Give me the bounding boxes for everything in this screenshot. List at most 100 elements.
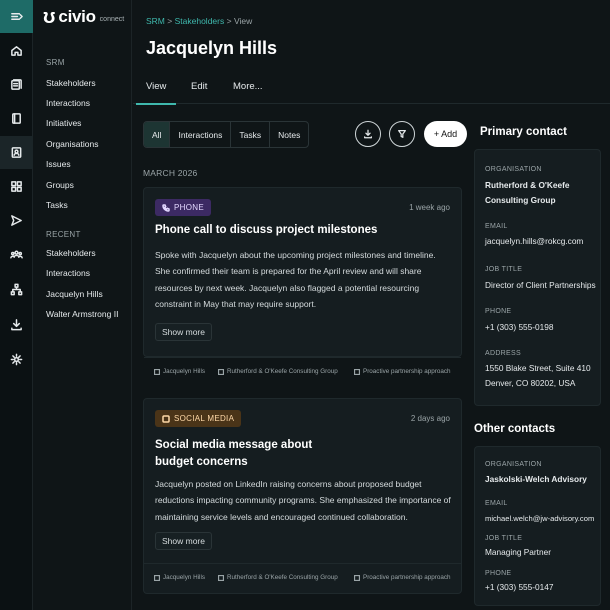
- recent-item-jacquelyn-hills[interactable]: Jacquelyn Hills: [46, 289, 103, 299]
- book-icon: [12, 113, 21, 124]
- show-more-button[interactable]: Show more: [155, 532, 212, 550]
- card-body: Jacquelyn posted on LinkedIn raising con…: [155, 479, 451, 522]
- sidebar-item-initiatives[interactable]: Initiatives: [46, 118, 81, 128]
- grid-icon: [11, 181, 22, 192]
- email-value[interactable]: jacquelyn.hills@rokcg.com: [485, 234, 597, 249]
- rail-settings[interactable]: [0, 343, 33, 376]
- download-icon: [364, 129, 372, 139]
- sidebar-item-tasks[interactable]: Tasks: [46, 200, 68, 210]
- activity-filter: All Interactions Tasks Notes: [143, 121, 310, 148]
- email-value[interactable]: michael.welch@jw-advisory.com: [485, 511, 597, 526]
- card-title[interactable]: Phone call to discuss project milestones: [155, 222, 385, 239]
- people-icon: [10, 250, 23, 259]
- meta-organisation-label: Rutherford & O'Keefe Consulting Group: [227, 574, 338, 581]
- rail-download[interactable]: [0, 308, 33, 341]
- primary-contact-panel: ORGANISATION Rutherford & O'Keefe Consul…: [474, 149, 601, 406]
- filter-tasks-button[interactable]: Tasks: [231, 122, 271, 147]
- meta-initiative[interactable]: Proactive partnership approach: [354, 574, 451, 581]
- sidebar-item-stakeholders[interactable]: Stakeholders: [46, 78, 96, 88]
- email-label: EMAIL: [485, 500, 508, 507]
- other-contacts-panel: ORGANISATION Jaskolski-Welch Advisory EM…: [474, 446, 601, 606]
- tab-edit[interactable]: Edit: [191, 81, 207, 92]
- page-title: Jacquelyn Hills: [146, 38, 278, 58]
- sidebar-section-recent: RECENT: [46, 230, 81, 239]
- brand-logo[interactable]: ʊ civio connect: [43, 6, 124, 28]
- recent-item-interactions[interactable]: Interactions: [46, 268, 90, 278]
- org-value[interactable]: Jaskolski-Welch Advisory: [485, 472, 597, 487]
- phone-label: PHONE: [485, 570, 512, 577]
- primary-contact-heading: Primary contact: [480, 126, 567, 138]
- activity-card[interactable]: SOCIAL MEDIA 2 days ago Social media mes…: [143, 398, 462, 594]
- phone-value[interactable]: +1 (303) 555-0147: [485, 580, 597, 595]
- job-title-value: Director of Client Partnerships: [485, 280, 596, 290]
- recent-item-walter-armstrong[interactable]: Walter Armstrong II: [46, 309, 118, 319]
- card-title[interactable]: Social media message about budget concer…: [155, 437, 325, 471]
- civio-logo-icon: ʊ: [43, 5, 56, 28]
- person-icon: [154, 574, 160, 581]
- sidebar-item-groups[interactable]: Groups: [46, 180, 74, 190]
- tab-view[interactable]: View: [135, 81, 178, 105]
- document-icon: [354, 574, 360, 581]
- meta-initiative[interactable]: Proactive partnership approach: [354, 368, 451, 375]
- tab-more[interactable]: More...: [233, 81, 263, 92]
- rail-grid[interactable]: [0, 170, 33, 203]
- breadcrumb-stakeholders[interactable]: Stakeholders: [175, 16, 225, 26]
- breadcrumb-srm[interactable]: SRM: [146, 16, 165, 26]
- meta-stakeholder-label: Jacquelyn Hills: [163, 368, 205, 375]
- meta-stakeholder[interactable]: Jacquelyn Hills: [154, 368, 205, 375]
- other-contacts-heading: Other contacts: [474, 423, 556, 435]
- type-badge: PHONE: [155, 199, 211, 216]
- rail-book[interactable]: [0, 102, 33, 135]
- brand-suffix: connect: [99, 15, 125, 23]
- rail-layers[interactable]: [0, 68, 33, 101]
- phone-value[interactable]: +1 (303) 555-0198: [485, 320, 597, 335]
- org-value[interactable]: Rutherford & O'Keefe Consulting Group: [485, 178, 597, 208]
- show-more-button[interactable]: Show more: [155, 323, 212, 341]
- rail-send[interactable]: [0, 204, 33, 237]
- brand-name: civio: [58, 7, 96, 26]
- type-badge-label: PHONE: [174, 203, 204, 212]
- icon-rail: [0, 0, 33, 610]
- filter-notes-button[interactable]: Notes: [270, 122, 308, 147]
- meta-stakeholder[interactable]: Jacquelyn Hills: [154, 574, 205, 581]
- filter-all-button[interactable]: All: [144, 122, 171, 147]
- org-chart-icon: [10, 283, 23, 296]
- building-icon: [218, 368, 224, 375]
- tab-bar: View Edit More...: [133, 75, 610, 105]
- rail-org-chart[interactable]: [0, 273, 33, 306]
- job-title-label: JOB TITLE: [485, 266, 523, 273]
- phone-icon: [162, 203, 170, 212]
- rail-people[interactable]: [0, 238, 33, 271]
- sidebar-item-interactions[interactable]: Interactions: [46, 98, 90, 108]
- phone-label: PHONE: [485, 308, 512, 315]
- filter-interactions-button[interactable]: Interactions: [170, 122, 232, 147]
- meta-organisation[interactable]: Rutherford & O'Keefe Consulting Group: [218, 368, 338, 375]
- meta-organisation-label: Rutherford & O'Keefe Consulting Group: [227, 368, 338, 375]
- person-icon: [154, 368, 160, 375]
- home-icon: [11, 46, 22, 56]
- breadcrumb-view: View: [233, 16, 253, 26]
- layers-icon: [11, 79, 22, 90]
- sidebar-section-srm: SRM: [46, 58, 65, 67]
- rail-home[interactable]: [0, 34, 33, 67]
- filter-button[interactable]: [389, 121, 415, 147]
- document-icon: [354, 368, 360, 375]
- menu-icon: [11, 12, 23, 21]
- meta-organisation[interactable]: Rutherford & O'Keefe Consulting Group: [218, 574, 338, 581]
- sidebar-item-organisations[interactable]: Organisations: [46, 139, 98, 149]
- sidebar-item-issues[interactable]: Issues: [46, 159, 71, 169]
- recent-item-stakeholders[interactable]: Stakeholders: [46, 248, 96, 258]
- export-button[interactable]: [355, 121, 381, 147]
- breadcrumb-separator: >: [167, 16, 173, 26]
- add-button[interactable]: + Add: [424, 121, 467, 147]
- rail-contacts[interactable]: [0, 136, 33, 169]
- type-badge: SOCIAL MEDIA: [155, 410, 242, 427]
- gear-icon: [10, 353, 23, 366]
- type-badge-label: SOCIAL MEDIA: [174, 414, 235, 423]
- month-heading: MARCH 2026: [143, 168, 198, 178]
- address-value: 1550 Blake Street, Suite 410 Denver, CO …: [485, 363, 591, 388]
- breadcrumb: SRM > Stakeholders > View: [146, 16, 252, 26]
- activity-card[interactable]: PHONE 1 week ago Phone call to discuss p…: [143, 187, 462, 375]
- chat-icon: [162, 414, 170, 423]
- menu-toggle-button[interactable]: [0, 0, 33, 33]
